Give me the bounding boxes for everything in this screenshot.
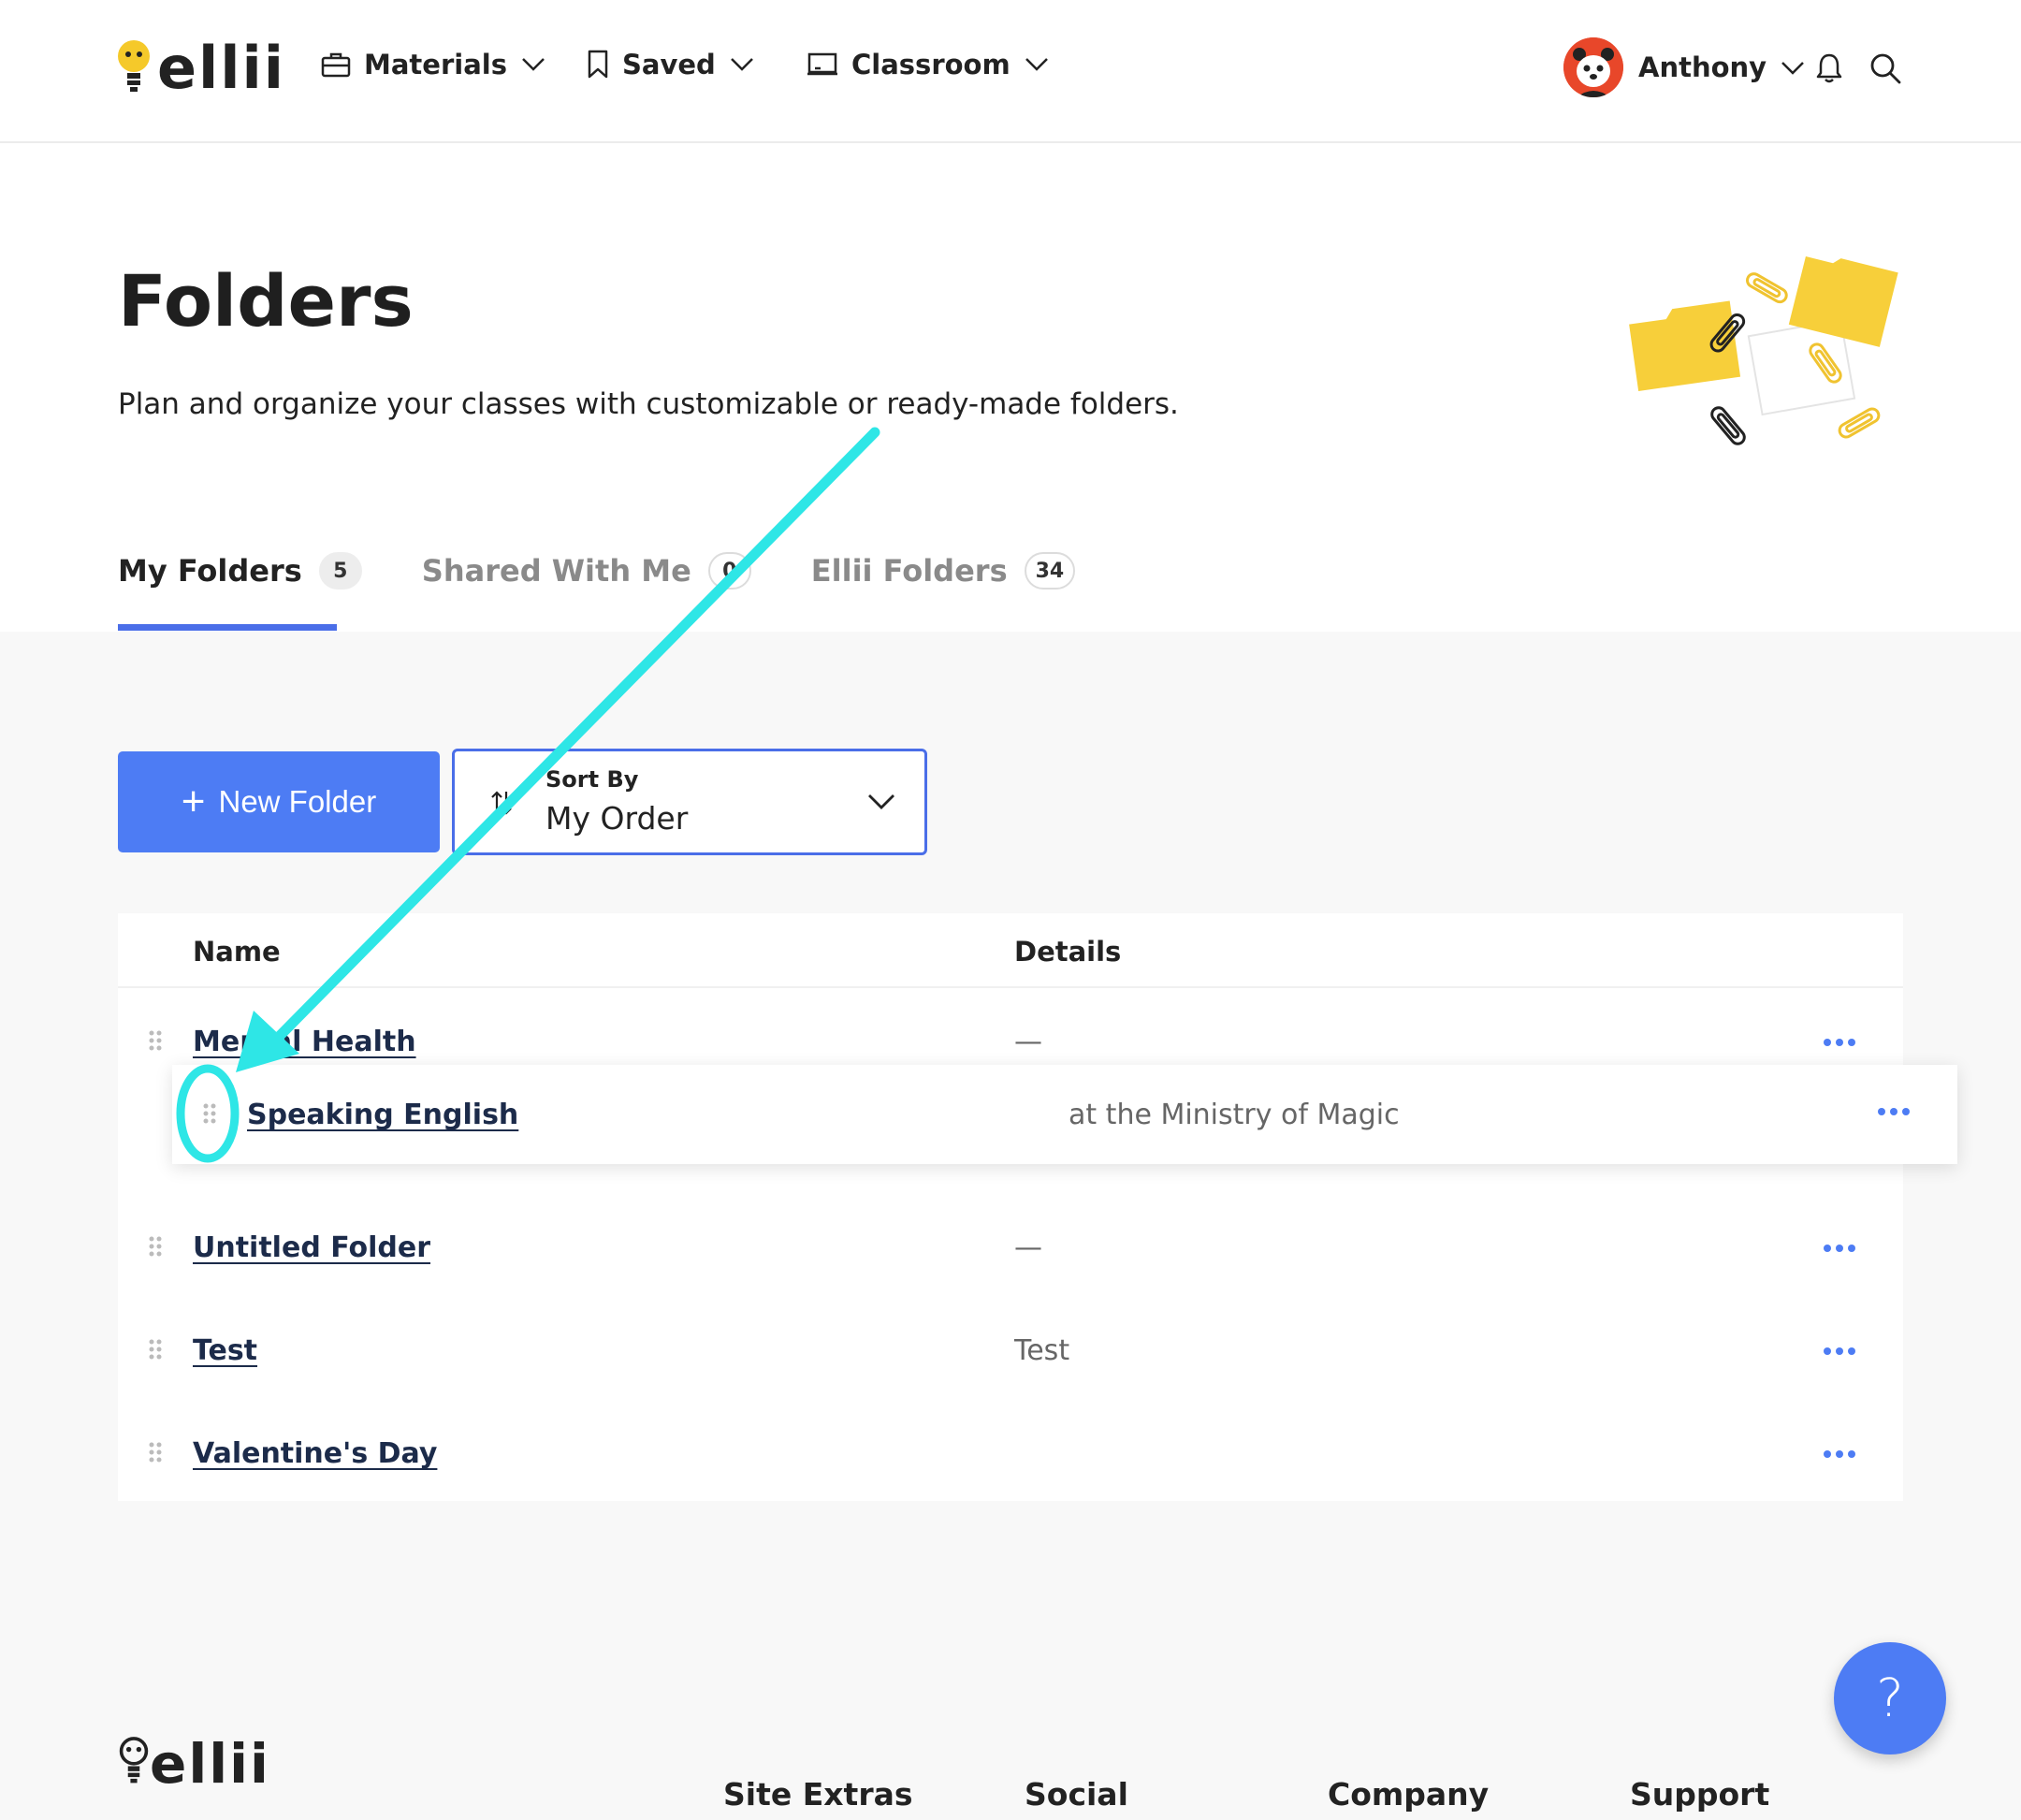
header-divider — [118, 986, 1903, 988]
notifications-bell-icon[interactable] — [1815, 52, 1843, 88]
drag-handle-icon[interactable] — [148, 1029, 163, 1056]
folder-name-link[interactable]: Valentine's Day — [193, 1437, 437, 1470]
nav-classroom-label: Classroom — [851, 49, 1010, 80]
sort-caption: Sort By — [545, 766, 639, 793]
user-name: Anthony — [1638, 51, 1767, 83]
sort-by-dropdown[interactable]: Sort By My Order — [452, 749, 927, 855]
tab-count-badge: 5 — [318, 552, 362, 590]
search-icon[interactable] — [1869, 52, 1901, 88]
bookmark-icon — [587, 50, 609, 80]
folder-tabs: My Folders 5 Shared With Me 0 Ellii Fold… — [118, 548, 1135, 633]
footer-logo-wordmark: ellii — [150, 1732, 270, 1796]
sort-arrows-icon — [490, 789, 513, 821]
tab-count-badge: 0 — [707, 552, 751, 590]
table-row: Untitled Folder — — [118, 1198, 1903, 1301]
help-button[interactable]: ? — [1834, 1642, 1946, 1754]
table-row: Valentine's Day — [118, 1404, 1903, 1507]
folder-details: Test — [1014, 1334, 1070, 1367]
new-folder-button[interactable]: + New Folder — [118, 751, 440, 852]
footer-logo[interactable]: ellii — [118, 1736, 270, 1792]
active-tab-indicator — [118, 624, 337, 631]
drag-handle-icon[interactable] — [148, 1441, 163, 1467]
briefcase-icon — [321, 51, 351, 78]
drag-handle-icon[interactable] — [148, 1338, 163, 1364]
chevron-down-icon — [1780, 51, 1806, 83]
nav-materials-label: Materials — [364, 49, 507, 80]
new-folder-label: New Folder — [218, 784, 377, 819]
folder-name-link[interactable]: Mental Health — [193, 1026, 416, 1058]
tab-label: My Folders — [118, 553, 302, 589]
footer-heading-company: Company — [1328, 1776, 1490, 1813]
tab-ellii-folders[interactable]: Ellii Folders 34 — [810, 548, 1076, 593]
folders-illustration — [1623, 253, 1904, 454]
folder-details: — — [1014, 1026, 1042, 1058]
logo-wordmark: ellii — [157, 34, 286, 102]
page-subtitle: Plan and organize your classes with cust… — [118, 387, 1179, 421]
drag-handle-icon[interactable] — [202, 1102, 217, 1128]
nav-classroom[interactable]: Classroom — [807, 49, 1050, 80]
avatar — [1563, 37, 1623, 97]
folder-details: — — [1014, 1231, 1042, 1264]
folder-name-link[interactable]: Speaking English — [247, 1099, 518, 1131]
more-options-icon[interactable] — [1823, 1239, 1856, 1257]
folder-name-link[interactable]: Untitled Folder — [193, 1231, 430, 1264]
more-options-icon[interactable] — [1823, 1033, 1856, 1051]
tab-my-folders[interactable]: My Folders 5 — [118, 548, 362, 593]
dragging-table-row[interactable]: Speaking English at the Ministry of Magi… — [172, 1065, 1957, 1164]
lightbulb-icon — [116, 39, 152, 97]
chevron-down-icon — [520, 56, 546, 73]
table-row: Test Test — [118, 1301, 1903, 1404]
top-navbar: ellii Materials Saved Classroom Anthony — [0, 0, 2021, 143]
nav-saved[interactable]: Saved — [587, 49, 755, 80]
footer-heading-site-extras: Site Extras — [723, 1776, 913, 1813]
ellii-logo[interactable]: ellii — [116, 36, 285, 101]
more-options-icon[interactable] — [1877, 1102, 1911, 1120]
folder-details: at the Ministry of Magic — [1069, 1099, 1400, 1131]
folder-name-link[interactable]: Test — [193, 1334, 257, 1367]
lightbulb-icon — [118, 1736, 150, 1792]
classroom-board-icon — [807, 51, 838, 78]
column-header-name: Name — [193, 936, 281, 968]
column-header-details: Details — [1014, 936, 1122, 968]
page-title: Folders — [118, 259, 414, 342]
chevron-down-icon — [729, 56, 755, 73]
chevron-down-icon — [866, 793, 896, 815]
question-mark-icon: ? — [1876, 1667, 1904, 1729]
tab-shared-with-me[interactable]: Shared With Me 0 — [422, 548, 751, 593]
nav-saved-label: Saved — [622, 49, 716, 80]
user-menu[interactable]: Anthony — [1563, 37, 1806, 97]
tab-count-badge: 34 — [1024, 552, 1076, 590]
plus-icon: + — [181, 779, 206, 824]
sort-value: My Order — [545, 800, 689, 837]
more-options-icon[interactable] — [1823, 1445, 1856, 1463]
chevron-down-icon — [1024, 56, 1050, 73]
nav-materials[interactable]: Materials — [321, 49, 546, 80]
footer-heading-support: Support — [1630, 1776, 1770, 1813]
tab-label: Ellii Folders — [810, 553, 1008, 589]
footer-heading-social: Social — [1025, 1776, 1128, 1813]
tab-label: Shared With Me — [421, 553, 691, 589]
drag-handle-icon[interactable] — [148, 1235, 163, 1261]
folders-table: Name Details Mental Health — Untitled Fo… — [118, 913, 1903, 1501]
more-options-icon[interactable] — [1823, 1342, 1856, 1360]
